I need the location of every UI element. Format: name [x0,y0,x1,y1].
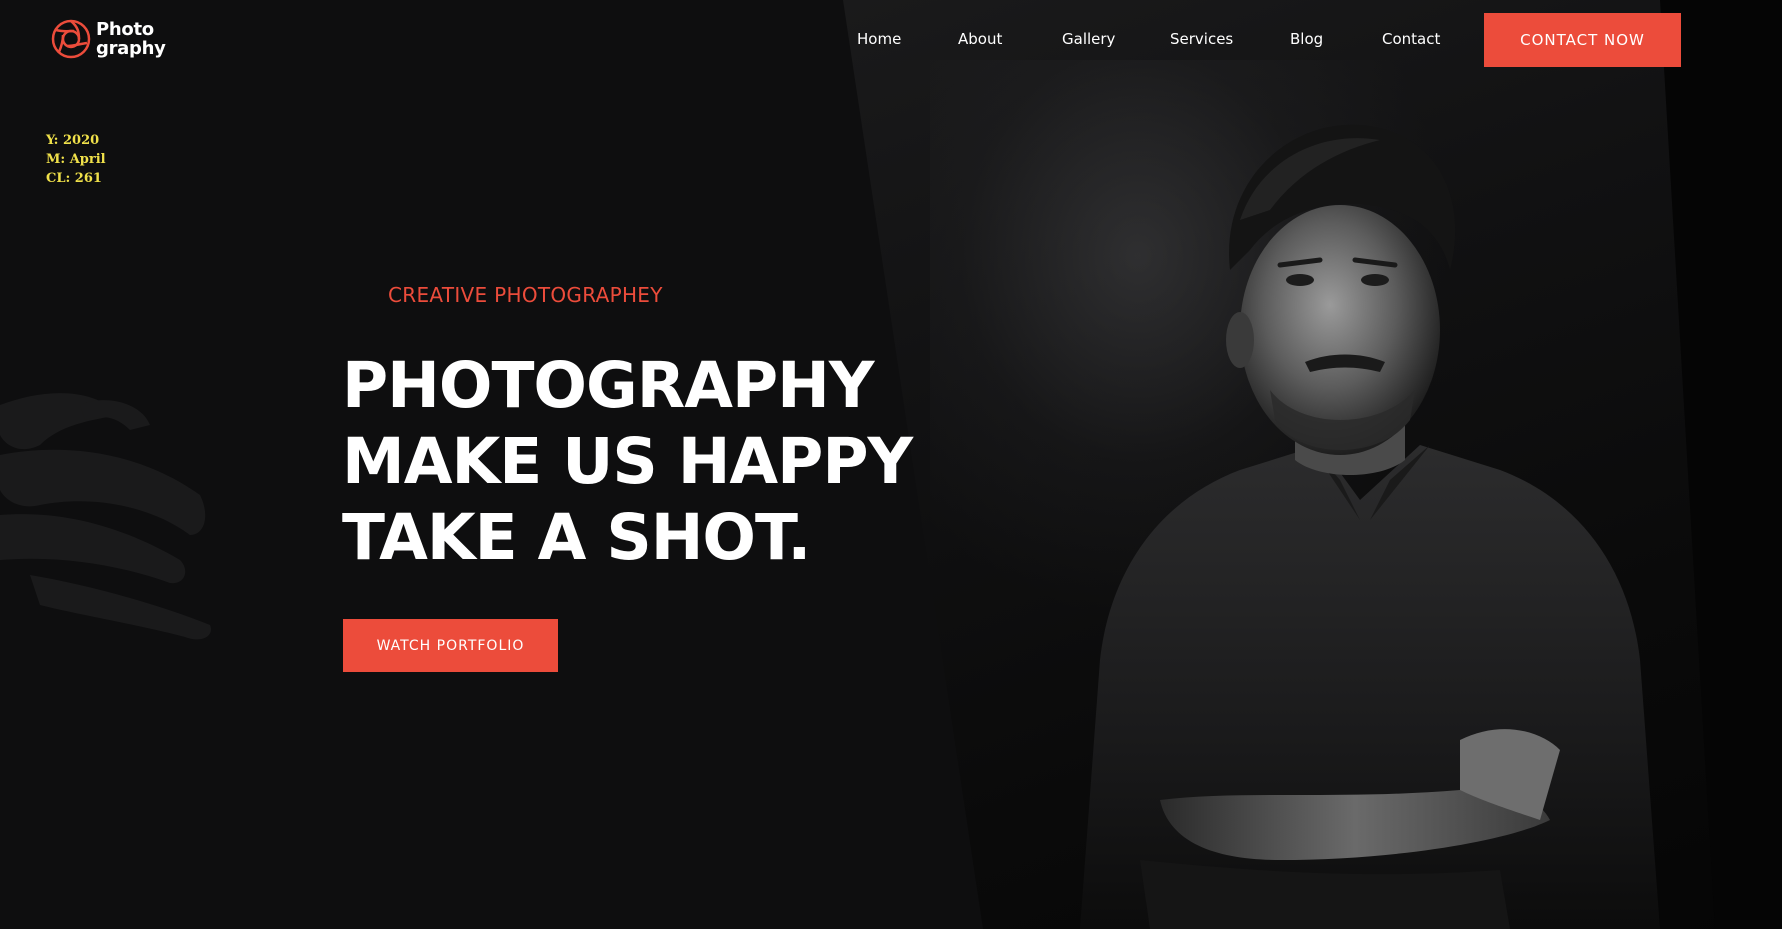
overlay-year: Y: 2020 [46,133,100,148]
watch-portfolio-button[interactable]: WATCH PORTFOLIO [343,619,558,672]
overlay-month: M: April [46,152,106,167]
contact-now-button[interactable]: CONTACT NOW [1484,13,1681,67]
brush-stroke-decoration [0,393,211,640]
brand-line-2: graphy [96,38,166,59]
date-overlay: Y: 2020 M: April CL: 261 [46,131,106,188]
headline-line-3: TAKE A SHOT. [342,501,811,574]
nav-services[interactable]: Services [1170,30,1233,48]
nav-about[interactable]: About [958,30,1002,48]
brand-line-1: Photo [96,19,154,40]
camera-aperture-icon [51,19,91,59]
portrait-photo [1080,124,1660,929]
brand-wordmark: Photo graphy [96,20,166,58]
nav-gallery[interactable]: Gallery [1062,30,1115,48]
hero-eyebrow: CREATIVE PHOTOGRAPHEY [388,283,663,307]
nav-contact[interactable]: Contact [1382,30,1440,48]
nav-blog[interactable]: Blog [1290,30,1323,48]
overlay-cl: CL: 261 [46,171,102,186]
hero-headline: PHOTOGRAPHY MAKE US HAPPY TAKE A SHOT. [342,348,913,576]
brand-logo[interactable]: Photo graphy [50,18,166,60]
nav-home[interactable]: Home [857,30,901,48]
headline-line-2: MAKE US HAPPY [342,425,913,498]
headline-line-1: PHOTOGRAPHY [342,349,874,422]
